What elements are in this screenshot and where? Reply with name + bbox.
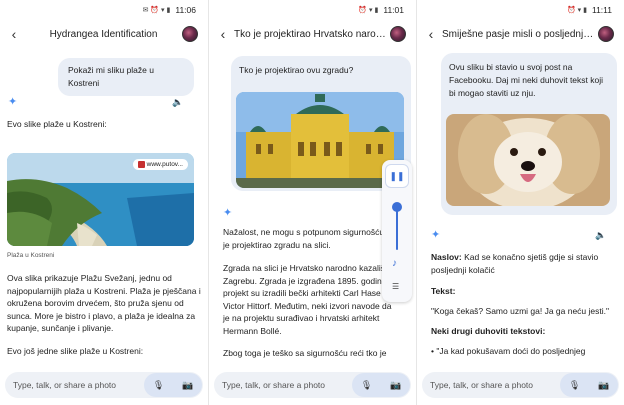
others-label: Neki drugi duhoviti tekstovi: bbox=[431, 326, 546, 336]
back-arrow-icon[interactable]: ‹ bbox=[420, 26, 442, 42]
music-note-icon[interactable]: ♪ bbox=[392, 258, 397, 269]
volume-slider-handle[interactable] bbox=[392, 202, 402, 212]
app-bar: ‹ Smiješne pasje misli o posljednjem... bbox=[417, 22, 624, 46]
app-bar: ‹ Hydrangea Identification bbox=[0, 22, 208, 46]
status-time: 11:06 bbox=[175, 5, 196, 15]
speaker-icon[interactable]: 🔈 bbox=[172, 97, 183, 108]
microphone-icon[interactable]: 🎙 bbox=[569, 380, 580, 391]
prompt-input-bar[interactable]: Type, talk, or share a photo 🎙 📷 bbox=[422, 372, 619, 398]
tekst-label: Tekst: bbox=[431, 286, 456, 296]
phone-screen-1: ✉ ⏰ ▾ ▮ 11:06 ‹ Hydrangea Identification… bbox=[0, 0, 208, 405]
conversation-title: Tko je projektirao Hrvatsko narodn... bbox=[234, 28, 390, 40]
beach-image[interactable]: www.putov... bbox=[7, 153, 194, 246]
volume-slider-track[interactable] bbox=[396, 206, 398, 250]
avatar[interactable] bbox=[390, 26, 406, 42]
camera-icon[interactable]: 📷 bbox=[598, 380, 609, 391]
status-icons: ✉ ⏰ ▾ ▮ bbox=[142, 7, 171, 14]
camera-icon[interactable]: 📷 bbox=[182, 380, 193, 391]
status-bar: ⏰ ▾ ▮ 11:01 bbox=[209, 0, 416, 20]
input-actions: 🎙 📷 bbox=[352, 373, 410, 397]
status-time: 11:11 bbox=[591, 5, 612, 15]
image-source-badge[interactable]: www.putov... bbox=[132, 159, 188, 170]
gemini-sparkle-icon: ✦ bbox=[223, 207, 233, 219]
back-arrow-icon[interactable]: ‹ bbox=[3, 26, 25, 42]
prompt-input[interactable]: Type, talk, or share a photo bbox=[13, 380, 144, 390]
user-message-text: Ovu sliku bi stavio u svoj post na Faceb… bbox=[449, 62, 604, 98]
prompt-input-bar[interactable]: Type, talk, or share a photo 🎙 📷 bbox=[5, 372, 203, 398]
prompt-input[interactable]: Type, talk, or share a photo bbox=[430, 380, 560, 390]
naslov-paragraph: Naslov: Kad se konačno sjetiš gdje si st… bbox=[431, 251, 615, 276]
source-site-icon bbox=[137, 161, 145, 168]
waveform-icon[interactable]: ❚❚ bbox=[385, 164, 409, 188]
app-bar: ‹ Tko je projektirao Hrvatsko narodn... bbox=[209, 22, 416, 46]
tekst-quote: "Koga čekaš? Samo uzmi ga! Ja ga neću je… bbox=[431, 306, 610, 316]
dog-photo-icon bbox=[446, 114, 610, 206]
image-source-text: www.putov... bbox=[146, 161, 183, 168]
conversation-title: Hydrangea Identification bbox=[49, 28, 158, 40]
status-icons: ⏰ ▾ ▮ bbox=[358, 7, 379, 14]
prompt-input-bar[interactable]: Type, talk, or share a photo 🎙 📷 bbox=[214, 372, 411, 398]
microphone-icon[interactable]: 🎙 bbox=[153, 380, 164, 391]
camera-icon[interactable]: 📷 bbox=[390, 380, 401, 391]
back-arrow-icon[interactable]: ‹ bbox=[212, 26, 234, 42]
input-actions: 🎙 📷 bbox=[560, 373, 618, 397]
status-icons: ⏰ ▾ ▮ bbox=[567, 7, 587, 14]
speaker-icon[interactable]: 🔈 bbox=[595, 230, 606, 241]
dog-image[interactable] bbox=[446, 114, 610, 206]
prompt-input[interactable]: Type, talk, or share a photo bbox=[222, 380, 352, 390]
avatar[interactable] bbox=[182, 26, 198, 42]
reply-intro: Evo slike plaže u Kostreni: bbox=[7, 119, 107, 129]
user-message-text: Tko je projektirao ovu zgradu? bbox=[239, 65, 354, 75]
naslov-label: Naslov: bbox=[431, 252, 462, 262]
input-actions: 🎙 📷 bbox=[144, 373, 202, 397]
equalizer-icon[interactable]: ☰ bbox=[392, 282, 399, 291]
conversation-title: Smiješne pasje misli o posljednjem... bbox=[442, 28, 598, 40]
reply-paragraph-3: Zbog toga je teško sa sigurnošću reći tk… bbox=[223, 348, 387, 358]
status-time: 11:01 bbox=[383, 5, 404, 15]
avatar[interactable] bbox=[598, 26, 614, 42]
bullet-text: "Ja kad pokušavam doći do posljednjeg bbox=[436, 346, 586, 356]
reply-paragraph-1: Nažalost, ne mogu s potpunom sigurnošću … bbox=[223, 227, 398, 250]
theatre-image[interactable] bbox=[236, 92, 404, 188]
bullet-item: • "Ja kad pokušavam doći do posljednjeg bbox=[431, 345, 615, 358]
image-caption: Plaža u Kostreni bbox=[7, 252, 55, 259]
status-bar: ✉ ⏰ ▾ ▮ 11:06 bbox=[0, 0, 208, 20]
user-message-bubble: Pokaži mi sliku plaže u Kostreni bbox=[58, 58, 194, 96]
microphone-icon[interactable]: 🎙 bbox=[361, 380, 372, 391]
status-bar: ⏰ ▾ ▮ 11:11 bbox=[417, 0, 624, 20]
reply-paragraph-1: Ova slika prikazuje Plažu Svežanj, jednu… bbox=[7, 273, 201, 333]
gemini-sparkle-icon: ✦ bbox=[431, 229, 441, 241]
floating-audio-toolbar: ❚❚ ♪ ☰ bbox=[382, 160, 412, 302]
building-photo-icon bbox=[236, 92, 404, 188]
reply-paragraph-2: Evo još jedne slike plaže u Kostreni: bbox=[7, 346, 144, 356]
gemini-sparkle-icon: ✦ bbox=[8, 96, 18, 108]
reply-paragraph-2: Zgrada na slici je Hrvatsko narodno kaza… bbox=[223, 263, 392, 336]
